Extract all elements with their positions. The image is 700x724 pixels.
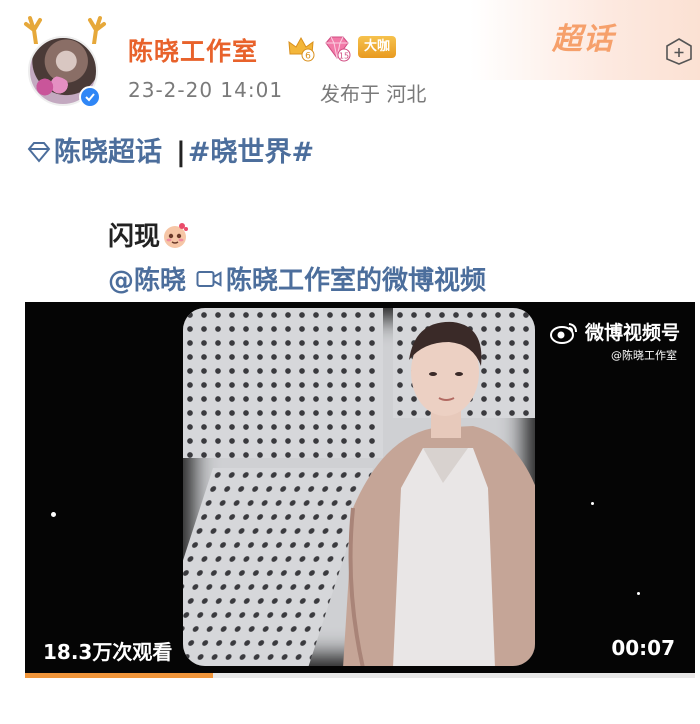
- supertopic-gem-icon: [27, 142, 51, 163]
- weibo-logo-icon: [550, 322, 577, 344]
- antler-icon: [24, 16, 42, 44]
- hashtag-link[interactable]: #晓世界#: [188, 137, 314, 168]
- post-location: 发布于 河北: [320, 82, 427, 106]
- avatar-block[interactable]: [22, 14, 108, 108]
- watermark: 微博视频号 @陈晓工作室: [549, 318, 680, 363]
- video-link[interactable]: 陈晓工作室的微博视频: [226, 266, 486, 296]
- supertopic-link[interactable]: 陈晓超话: [54, 137, 162, 168]
- crown-badge-icon[interactable]: 6: [286, 34, 316, 62]
- post-text: 闪现: [108, 216, 190, 253]
- snow-particle: [591, 502, 594, 505]
- diamond-badge-level: 15: [339, 52, 349, 61]
- antler-icon: [88, 16, 106, 44]
- watermark-sub: @陈晓工作室: [611, 349, 677, 362]
- snow-particle: [51, 512, 56, 517]
- diamond-badge-icon[interactable]: 15: [322, 34, 352, 62]
- post-text-content: 闪现: [108, 222, 161, 252]
- crown-badge-level: 6: [305, 52, 311, 62]
- video-player[interactable]: 微博视频号 @陈晓工作室 18.3万次观看 00:07: [25, 302, 695, 677]
- snow-particle: [637, 592, 640, 595]
- person-figure: [343, 321, 535, 666]
- video-frame: [183, 308, 535, 666]
- topic-line: 陈晓超话 |#晓世界#: [26, 130, 314, 169]
- mention-line: @陈晓 陈晓工作室的微博视频: [108, 260, 486, 297]
- mention-link[interactable]: @陈晓: [108, 266, 186, 296]
- username[interactable]: 陈晓工作室: [128, 32, 258, 68]
- post-time: 23-2-20 14:01: [128, 78, 284, 102]
- verified-icon: [79, 86, 101, 108]
- vip-badge[interactable]: 大咖: [358, 36, 397, 58]
- video-progress-fill: [25, 673, 213, 678]
- view-count: 18.3万次观看: [43, 640, 173, 664]
- watermark-title: 微博视频号: [585, 322, 681, 344]
- video-duration: 00:07: [611, 636, 675, 660]
- video-camera-icon: [196, 271, 222, 287]
- video-progress-bar[interactable]: [25, 673, 695, 678]
- supertopic-mark: 超话: [552, 22, 614, 57]
- emoji-icon: [164, 223, 189, 248]
- weibo-post: 超话 陈晓工作室 6 15 大咖 23-2-20 14:01 发布于 河北 陈晓…: [0, 0, 700, 724]
- more-icon[interactable]: [664, 36, 694, 66]
- topic-separator: |: [176, 137, 186, 168]
